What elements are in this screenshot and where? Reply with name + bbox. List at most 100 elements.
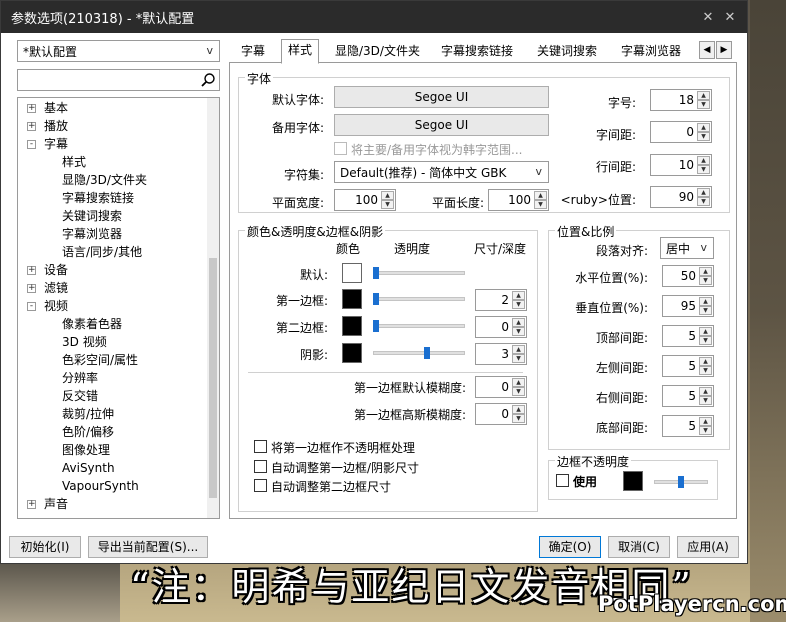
spin-up-icon[interactable]: ▲ (699, 357, 712, 366)
border-opacity-color-swatch[interactable] (623, 471, 643, 491)
close-icon[interactable]: ✕ (719, 10, 741, 25)
position-bottom-spinner[interactable]: 5 ▲ ▼ (662, 415, 714, 437)
ruby-position-spinner[interactable]: 90 ▲ ▼ (650, 186, 712, 208)
spin-down-icon[interactable]: ▼ (534, 200, 547, 209)
spin-up-icon[interactable]: ▲ (699, 267, 712, 276)
tree-item[interactable]: 视频 (44, 297, 68, 315)
spin-down-icon[interactable]: ▼ (512, 327, 525, 336)
blur-default-spinner[interactable]: 0 ▲ ▼ (475, 376, 527, 398)
spin-down-icon[interactable]: ▼ (512, 414, 525, 423)
tree-item[interactable]: 色彩空间/属性 (62, 351, 138, 369)
expand-icon[interactable]: + (27, 284, 36, 293)
tree-scrollbar[interactable] (207, 98, 219, 518)
tree-item[interactable]: 显隐/3D/文件夹 (62, 171, 147, 189)
tree-item[interactable]: AviSynth (62, 459, 115, 477)
tree-item[interactable]: 像素着色器 (62, 315, 122, 333)
collapse-icon[interactable]: - (27, 302, 36, 311)
expand-icon[interactable]: + (27, 266, 36, 275)
spin-up-icon[interactable]: ▲ (512, 378, 525, 387)
tree-item[interactable]: 图像处理 (62, 441, 110, 459)
tab-scroll-right-icon[interactable]: ▶ (716, 41, 732, 59)
tree-scrollbar-thumb[interactable] (209, 258, 217, 498)
search-input[interactable] (17, 69, 220, 91)
tab-4[interactable]: 关键词搜索 (531, 41, 603, 63)
ok-button[interactable]: 确定(O) (539, 536, 601, 558)
tab-1[interactable]: 样式 (281, 39, 320, 64)
init-button[interactable]: 初始化(I) (9, 536, 81, 558)
spin-down-icon[interactable]: ▼ (699, 396, 712, 405)
charset-select[interactable]: Default(推荐) - 简体中文 GBK v (334, 161, 549, 183)
expand-icon[interactable]: + (27, 122, 36, 131)
backup-font-button[interactable]: Segoe UI (334, 114, 549, 136)
border-size-spinner[interactable]: 0 ▲ ▼ (475, 316, 527, 338)
tree-item[interactable]: 样式 (62, 153, 86, 171)
opacity-slider-thumb[interactable] (373, 267, 379, 279)
apply-button[interactable]: 应用(A) (677, 536, 739, 558)
profile-select[interactable]: *默认配置 v (17, 40, 220, 62)
spin-down-icon[interactable]: ▼ (697, 165, 710, 174)
tree-item[interactable]: 3D 视频 (62, 333, 107, 351)
opacity-slider[interactable] (373, 271, 465, 275)
tree-item[interactable]: 播放 (44, 117, 68, 135)
align-select[interactable]: 居中 v (660, 237, 714, 259)
tab-scroll-left-icon[interactable]: ◀ (699, 41, 715, 59)
spin-down-icon[interactable]: ▼ (699, 426, 712, 435)
position-v-spinner[interactable]: 95 ▲ ▼ (662, 295, 714, 317)
spin-up-icon[interactable]: ▲ (697, 156, 710, 165)
spin-up-icon[interactable]: ▲ (381, 191, 394, 200)
tab-0[interactable]: 字幕 (235, 41, 271, 63)
tab-2[interactable]: 显隐/3D/文件夹 (329, 41, 426, 63)
tab-5[interactable]: 字幕浏览器 (615, 41, 687, 63)
position-top-spinner[interactable]: 5 ▲ ▼ (662, 325, 714, 347)
opaque-box-checkbox[interactable] (254, 440, 267, 453)
spin-up-icon[interactable]: ▲ (697, 188, 710, 197)
char-spacing-spinner[interactable]: 0 ▲ ▼ (650, 121, 712, 143)
tree-item[interactable]: 字幕 (44, 135, 68, 153)
blur-gauss-spinner[interactable]: 0 ▲ ▼ (475, 403, 527, 425)
spin-up-icon[interactable]: ▲ (697, 91, 710, 100)
spin-up-icon[interactable]: ▲ (699, 387, 712, 396)
spin-up-icon[interactable]: ▲ (697, 123, 710, 132)
pin-icon[interactable]: ✕ (697, 10, 719, 25)
tree-item[interactable]: 滤镜 (44, 279, 68, 297)
spin-down-icon[interactable]: ▼ (697, 197, 710, 206)
tree-item[interactable]: 关键词搜索 (62, 207, 122, 225)
auto-border1-checkbox[interactable] (254, 460, 267, 473)
korean-font-checkbox[interactable] (334, 142, 347, 155)
spin-up-icon[interactable]: ▲ (512, 345, 525, 354)
line-spacing-spinner[interactable]: 10 ▲ ▼ (650, 154, 712, 176)
export-config-button[interactable]: 导出当前配置(S)... (88, 536, 208, 558)
color-swatch[interactable] (342, 263, 362, 283)
opacity-slider[interactable] (373, 351, 465, 355)
position-right-spinner[interactable]: 5 ▲ ▼ (662, 385, 714, 407)
spin-up-icon[interactable]: ▲ (699, 417, 712, 426)
tree-item[interactable]: 设备 (44, 261, 68, 279)
tree-item[interactable]: 色阶/偏移 (62, 423, 114, 441)
spin-up-icon[interactable]: ▲ (699, 327, 712, 336)
auto-border2-checkbox[interactable] (254, 479, 267, 492)
position-left-spinner[interactable]: 5 ▲ ▼ (662, 355, 714, 377)
tree-item[interactable]: 字幕浏览器 (62, 225, 122, 243)
tree-item[interactable]: 语言/同步/其他 (62, 243, 142, 261)
tree-item[interactable]: 字幕搜索链接 (62, 189, 134, 207)
border-opacity-slider-thumb[interactable] (678, 476, 684, 488)
spin-down-icon[interactable]: ▼ (697, 100, 710, 109)
font-size-spinner[interactable]: 18 ▲ ▼ (650, 89, 712, 111)
spin-up-icon[interactable]: ▲ (534, 191, 547, 200)
tree-item[interactable]: 声音 (44, 495, 68, 513)
spin-down-icon[interactable]: ▼ (512, 300, 525, 309)
color-swatch[interactable] (342, 316, 362, 336)
spin-down-icon[interactable]: ▼ (699, 366, 712, 375)
use-border-opacity-checkbox[interactable] (556, 474, 569, 487)
spin-down-icon[interactable]: ▼ (512, 354, 525, 363)
spin-up-icon[interactable]: ▲ (699, 297, 712, 306)
collapse-icon[interactable]: - (27, 140, 36, 149)
cancel-button[interactable]: 取消(C) (608, 536, 670, 558)
tree-item[interactable]: VapourSynth (62, 477, 139, 495)
color-swatch[interactable] (342, 289, 362, 309)
opacity-slider-thumb[interactable] (424, 347, 430, 359)
tab-3[interactable]: 字幕搜索链接 (435, 41, 519, 63)
spin-up-icon[interactable]: ▲ (512, 291, 525, 300)
border-size-spinner[interactable]: 2 ▲ ▼ (475, 289, 527, 311)
default-font-button[interactable]: Segoe UI (334, 86, 549, 108)
